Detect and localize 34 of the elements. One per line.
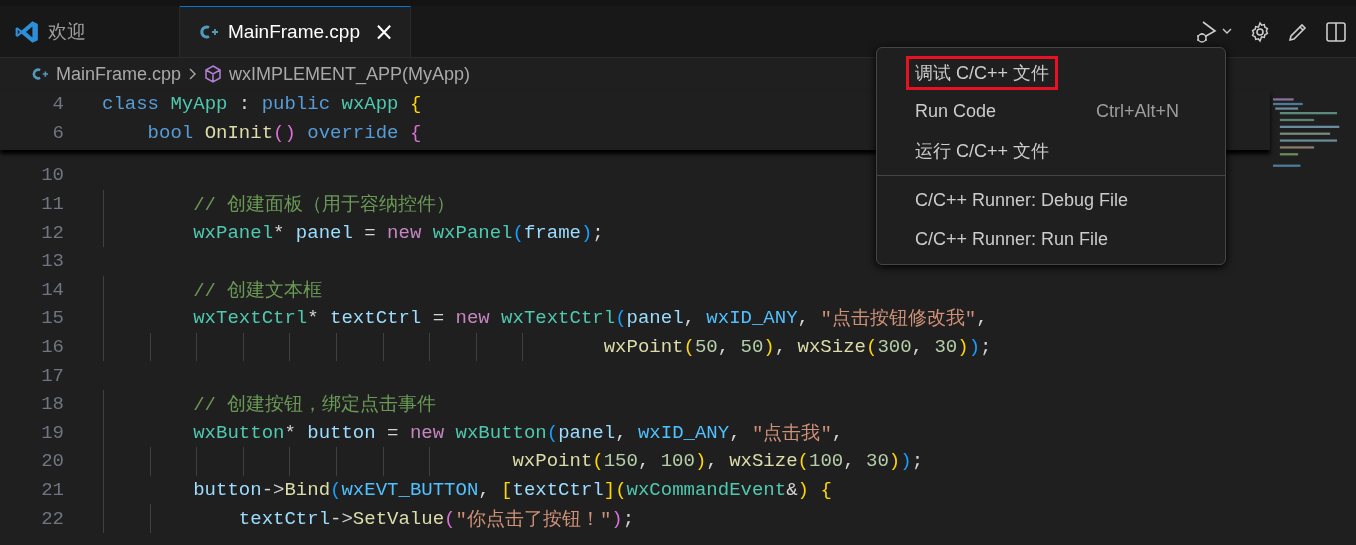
- line-number: 18: [40, 393, 65, 416]
- code-line: class MyApp : public wxApp {: [102, 93, 422, 116]
- split-editor-icon[interactable]: [1324, 19, 1348, 44]
- cube-icon: [203, 64, 224, 84]
- line-number: 17: [40, 364, 65, 387]
- cpp-file-icon: [32, 67, 50, 81]
- line-number: 13: [40, 250, 65, 273]
- line-number: 15: [40, 307, 65, 330]
- line-number: 4: [51, 93, 65, 116]
- shortcut-text: Ctrl+Alt+N: [1095, 101, 1179, 122]
- line-number: 19: [40, 421, 65, 444]
- close-button[interactable]: ×: [372, 20, 397, 44]
- run-debug-icon[interactable]: [1194, 18, 1234, 45]
- line-number: 16: [40, 336, 65, 359]
- breadcrumb-item[interactable]: wxIMPLEMENT_APP(MyApp): [229, 63, 471, 85]
- line-number: 10: [40, 164, 65, 187]
- line-number: 6: [51, 121, 65, 144]
- cpp-file-icon: [200, 24, 220, 40]
- menu-item[interactable]: C/C++ Runner: Debug File: [877, 181, 1225, 220]
- line-number: 12: [40, 221, 65, 244]
- menu-item[interactable]: Run Code Ctrl+Alt+N: [877, 92, 1225, 131]
- breadcrumb-item[interactable]: MainFrame.cpp: [56, 63, 182, 85]
- line-number: 11: [40, 193, 65, 216]
- menu-item[interactable]: 运行 C/C++ 文件: [877, 131, 1225, 170]
- code-line: bool OnInit() override {: [146, 121, 422, 144]
- line-number: 22: [40, 507, 65, 530]
- menu-item[interactable]: 调试 C/C++ 文件: [877, 53, 1225, 92]
- line-number: 21: [40, 479, 65, 501]
- line-number: 14: [40, 278, 65, 301]
- line-number: 20: [40, 450, 65, 473]
- menu-item[interactable]: C/C++ Runner: Run File: [877, 220, 1225, 259]
- editor-tab[interactable]: MainFrame.cpp ×: [180, 6, 412, 57]
- chevron-icon: [187, 66, 198, 82]
- editor-logo-icon: [14, 18, 40, 45]
